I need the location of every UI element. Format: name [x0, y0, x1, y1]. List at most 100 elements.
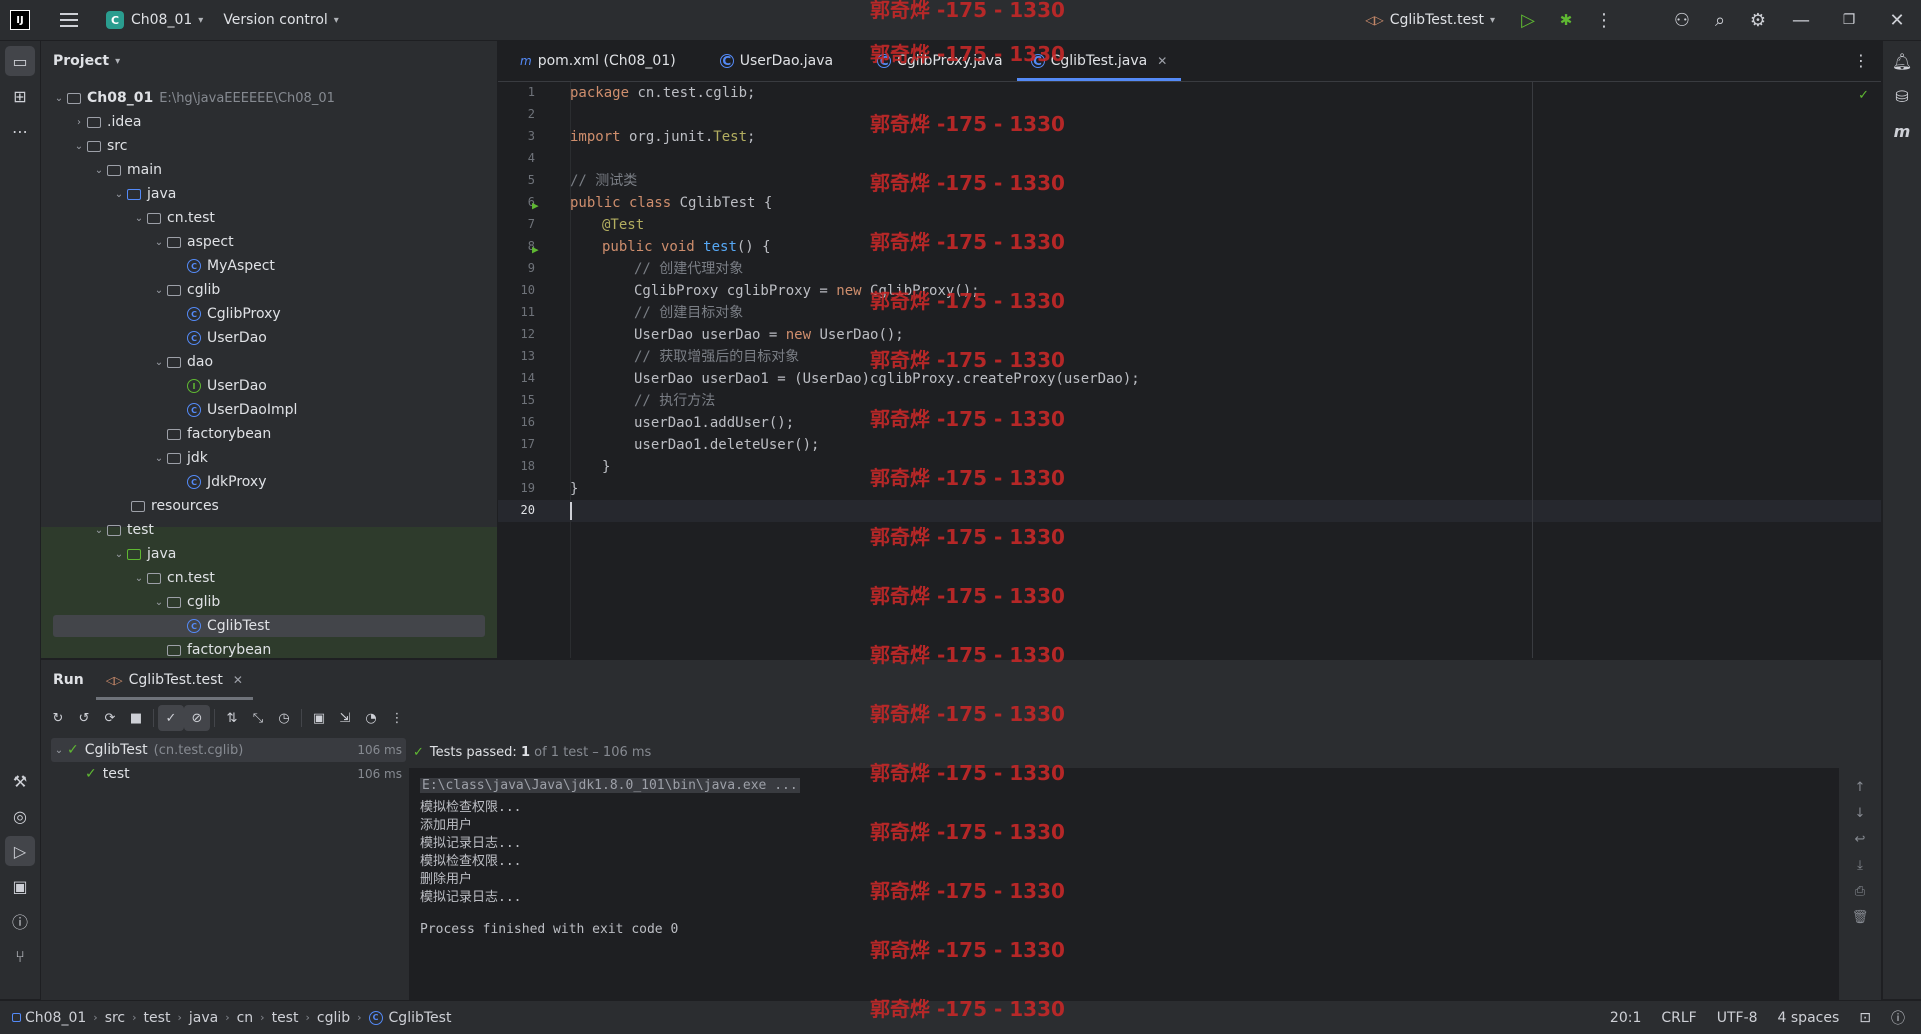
coverage-icon[interactable]: ◔: [358, 705, 384, 731]
main-menu-icon[interactable]: [60, 13, 78, 27]
tree-item-src[interactable]: ⌄ src: [71, 134, 128, 158]
breadcrumb-item[interactable]: test: [144, 1010, 171, 1026]
run-test-class-icon[interactable]: ▶: [532, 199, 544, 212]
line-separator[interactable]: CRLF: [1651, 1010, 1706, 1026]
problems-icon[interactable]: ⓘ: [5, 906, 35, 936]
file-encoding[interactable]: UTF-8: [1707, 1010, 1768, 1026]
tree-item-myaspect[interactable]: C MyAspect: [187, 254, 275, 278]
run-tool-icon[interactable]: ▷: [5, 836, 35, 866]
tree-item-main[interactable]: ⌄ main: [91, 158, 162, 182]
restore-icon[interactable]: ❐: [1825, 0, 1873, 40]
minimize-icon[interactable]: —: [1777, 0, 1825, 40]
breadcrumb-item[interactable]: Ch08_01: [25, 1010, 86, 1026]
project-switcher[interactable]: C Ch08_01 ▾: [78, 11, 203, 29]
toggle-auto-test-icon[interactable]: ⟳: [97, 705, 123, 731]
code-editor: m pom.xml (Ch08_01) C UserDao.java C CglibP…: [498, 41, 1881, 658]
breadcrumb-item[interactable]: java: [189, 1010, 218, 1026]
run-tab-cglibtest[interactable]: ◁▷ CglibTest.test ✕: [95, 660, 254, 700]
terminal-icon[interactable]: ▣: [5, 871, 35, 901]
breadcrumb-item[interactable]: test: [272, 1010, 299, 1026]
chevron-down-icon: ⌄: [154, 596, 164, 608]
sort-icon[interactable]: ⇅: [219, 705, 245, 731]
scroll-down-icon[interactable]: ↓: [1839, 800, 1881, 826]
show-ignored-icon[interactable]: ⊘: [184, 705, 210, 731]
more-tools-icon[interactable]: ⋯: [5, 116, 35, 146]
database-icon[interactable]: ⛁: [1887, 81, 1917, 111]
show-passed-icon[interactable]: ✓: [158, 705, 184, 731]
tree-item-resources[interactable]: resources: [131, 494, 219, 518]
tabs-more-icon[interactable]: ⋮: [1853, 51, 1869, 70]
breadcrumb-item[interactable]: cglib: [317, 1010, 350, 1026]
test-suite-row[interactable]: ⌄ ✓ CglibTest (cn.test.cglib) 106 ms: [51, 738, 406, 762]
services-icon[interactable]: ◎: [5, 801, 35, 831]
tab-pom-xml[interactable]: m pom.xml (Ch08_01): [506, 41, 690, 81]
tree-item-cn-test[interactable]: ⌄ cn.test: [131, 206, 215, 230]
tree-root[interactable]: ⌄ Ch08_01 E:\hg\javaEEEEEE\Ch08_01: [51, 86, 335, 110]
git-branch-icon[interactable]: ⑂: [5, 941, 35, 971]
help-icon[interactable]: ⓘ: [1881, 1008, 1921, 1028]
tab-userdao-java[interactable]: C UserDao.java: [706, 41, 847, 81]
structure-icon[interactable]: ⊞: [5, 81, 35, 111]
tree-item-label: cglib: [187, 282, 221, 298]
tree-item-dao[interactable]: ⌄ dao: [151, 350, 213, 374]
more-icon[interactable]: ⋮: [384, 705, 410, 731]
tree-item-userdao-class[interactable]: C UserDao: [187, 326, 267, 350]
tree-item-userdao-interface[interactable]: I UserDao: [187, 374, 267, 398]
notifications-bell-icon[interactable]: 🔔︎: [1887, 46, 1917, 76]
run-config-selector[interactable]: ◁▷ CglibTest.test ▾: [1365, 12, 1495, 28]
console-command-line[interactable]: E:\class\java\Java\jdk1.8.0_101\bin\java…: [420, 778, 800, 793]
test-case-row[interactable]: ✓ test 106 ms: [51, 762, 406, 786]
search-icon[interactable]: ⌕: [1701, 0, 1739, 40]
tree-item-cglibproxy[interactable]: C CglibProxy: [187, 302, 281, 326]
scroll-up-icon[interactable]: ↑: [1839, 774, 1881, 800]
maven-icon[interactable]: m: [1887, 116, 1917, 146]
project-folder-icon[interactable]: ▭: [5, 46, 35, 76]
caret-position[interactable]: 20:1: [1600, 1010, 1651, 1026]
run-icon[interactable]: ▷: [1509, 0, 1547, 40]
tree-item-test-cn-test[interactable]: ⌄ cn.test: [131, 566, 215, 590]
read-only-lock-icon[interactable]: ⊡: [1849, 1010, 1881, 1026]
indent-setting[interactable]: 4 spaces: [1768, 1010, 1850, 1026]
breadcrumb-item[interactable]: src: [105, 1010, 125, 1026]
version-control-menu[interactable]: Version control ▾: [223, 12, 339, 28]
tree-item-userdaoimpl[interactable]: C UserDaoImpl: [187, 398, 297, 422]
tree-item-jdkproxy[interactable]: C JdkProxy: [187, 470, 266, 494]
print-icon[interactable]: ⎙: [1839, 878, 1881, 904]
camera-icon[interactable]: ▣: [306, 705, 332, 731]
sort-duration-icon[interactable]: ⤡: [245, 705, 271, 731]
tree-item-cglib[interactable]: ⌄ cglib: [151, 278, 220, 302]
stop-icon[interactable]: ■: [123, 705, 149, 731]
close-tab-icon[interactable]: ✕: [1157, 54, 1167, 68]
tree-item-test-cglib[interactable]: ⌄ cglib: [151, 590, 220, 614]
console-output[interactable]: ✓ Tests passed: 1 of 1 test – 106 ms E:\…: [409, 736, 1881, 1000]
breadcrumb-item[interactable]: CglibTest: [389, 1010, 452, 1026]
rerun-failed-icon[interactable]: ↺: [71, 705, 97, 731]
close-window-icon[interactable]: ✕: [1873, 0, 1921, 40]
tree-item-idea[interactable]: › .idea: [71, 110, 141, 134]
rerun-icon[interactable]: ↻: [45, 705, 71, 731]
add-user-icon[interactable]: ⚇: [1663, 0, 1701, 40]
tree-item-cglibtest[interactable]: C CglibTest: [187, 614, 270, 638]
history-clock-icon[interactable]: ◷: [271, 705, 297, 731]
tree-item-main-java[interactable]: ⌄ java: [111, 182, 177, 206]
code-area[interactable]: package cn.test.cglib; import org.junit.…: [570, 82, 1870, 658]
clear-trash-icon[interactable]: 🗑︎: [1839, 904, 1881, 930]
run-test-method-icon[interactable]: ▶: [532, 243, 544, 256]
tree-item-aspect[interactable]: ⌄ aspect: [151, 230, 234, 254]
tree-item-test-java[interactable]: ⌄ java: [111, 542, 177, 566]
chevron-down-icon: ⌄: [54, 744, 64, 756]
debug-icon[interactable]: ✱: [1547, 0, 1585, 40]
close-tab-icon[interactable]: ✕: [233, 673, 243, 687]
tree-item-jdk[interactable]: ⌄ jdk: [151, 446, 208, 470]
build-hammer-icon[interactable]: ⚒: [5, 766, 35, 796]
scroll-to-end-icon[interactable]: ⤓: [1839, 852, 1881, 878]
tree-item-factorybean[interactable]: factorybean: [167, 422, 271, 446]
settings-gear-icon[interactable]: ⚙: [1739, 0, 1777, 40]
test-duration: 106 ms: [357, 743, 402, 757]
export-icon[interactable]: ⇲: [332, 705, 358, 731]
soft-wrap-icon[interactable]: ↩: [1839, 826, 1881, 852]
project-panel-header[interactable]: Project ▾: [41, 41, 497, 81]
breadcrumb-item[interactable]: cn: [237, 1010, 254, 1026]
more-actions-icon[interactable]: ⋮: [1585, 0, 1623, 40]
tree-item-test[interactable]: ⌄ test: [91, 518, 154, 542]
